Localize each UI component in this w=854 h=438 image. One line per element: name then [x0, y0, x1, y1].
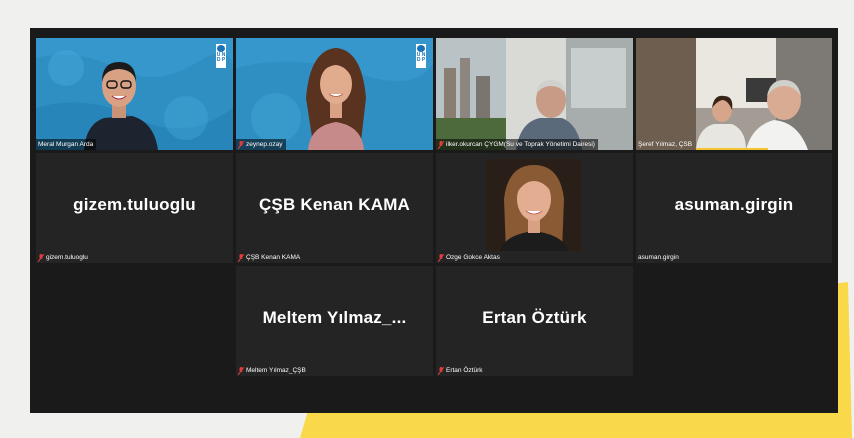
- mic-muted-icon: [438, 253, 444, 262]
- speaking-indicator: [696, 148, 768, 150]
- participant-video: [636, 38, 832, 150]
- participant-name-label: gizem.tuluoglu: [36, 252, 91, 263]
- mic-muted-icon: [38, 253, 44, 262]
- mic-muted-icon: [238, 366, 244, 375]
- participant-tile-gizem[interactable]: gizem.tuluoglu gizem.tuluoglu: [36, 153, 233, 263]
- mic-muted-icon: [238, 253, 244, 262]
- participant-video: [486, 159, 581, 251]
- participant-name-label: zeynep.ozay: [236, 139, 286, 150]
- mic-muted-icon: [238, 140, 244, 149]
- participant-display-name: Meltem Yılmaz_...: [262, 308, 407, 327]
- mic-muted-icon: [438, 140, 444, 149]
- participant-name-label: ilker.okurcan ÇYGM(Su ve Toprak Yönetimi…: [436, 139, 598, 150]
- undp-logo: U N D P: [216, 44, 226, 68]
- participant-tile-asuman[interactable]: asuman.girgin asuman.girgin: [636, 153, 832, 263]
- participant-display-name: Ertan Öztürk: [482, 308, 587, 327]
- mic-muted-icon: [438, 366, 444, 375]
- participant-name-label: Meral Murgan Arda: [36, 139, 97, 150]
- participant-tile-kenan[interactable]: ÇŞB Kenan KAMA ÇŞB Kenan KAMA: [236, 153, 433, 263]
- participant-tile-meltem[interactable]: Meltem Yılmaz_... Meltem Yılmaz_ÇŞB: [236, 266, 433, 376]
- participant-name-label: ÇŞB Kenan KAMA: [236, 252, 303, 263]
- participant-tile-ozge[interactable]: Ozge Gokce Aktas: [436, 153, 633, 263]
- video-gallery: U N D P Meral Murgan Arda U N D P zeynep…: [30, 28, 838, 413]
- participant-tile-ilker[interactable]: ilker.okurcan ÇYGM(Su ve Toprak Yönetimi…: [436, 38, 633, 150]
- participant-video: [436, 38, 633, 150]
- participant-name-label: Ertan Öztürk: [436, 365, 485, 376]
- participant-tile-ertan[interactable]: Ertan Öztürk Ertan Öztürk: [436, 266, 633, 376]
- participant-tile-meral[interactable]: U N D P Meral Murgan Arda: [36, 38, 233, 150]
- participant-display-name: gizem.tuluoglu: [73, 195, 196, 214]
- participant-name-label: asuman.girgin: [638, 254, 679, 261]
- participant-video: [236, 38, 433, 150]
- participant-name-label: Şeref Yılmaz, ÇSB: [638, 141, 693, 148]
- participant-video: [36, 38, 233, 150]
- participant-display-name: ÇŞB Kenan KAMA: [258, 195, 411, 214]
- participant-name-label: Meltem Yılmaz_ÇŞB: [236, 365, 309, 376]
- participant-tile-zeynep[interactable]: U N D P zeynep.ozay: [236, 38, 433, 150]
- undp-logo: U N D P: [416, 44, 426, 68]
- participant-name-label: Ozge Gokce Aktas: [436, 252, 503, 263]
- participant-display-name: asuman.girgin: [674, 195, 794, 214]
- participant-tile-seref[interactable]: Şeref Yılmaz, ÇSB: [636, 38, 832, 150]
